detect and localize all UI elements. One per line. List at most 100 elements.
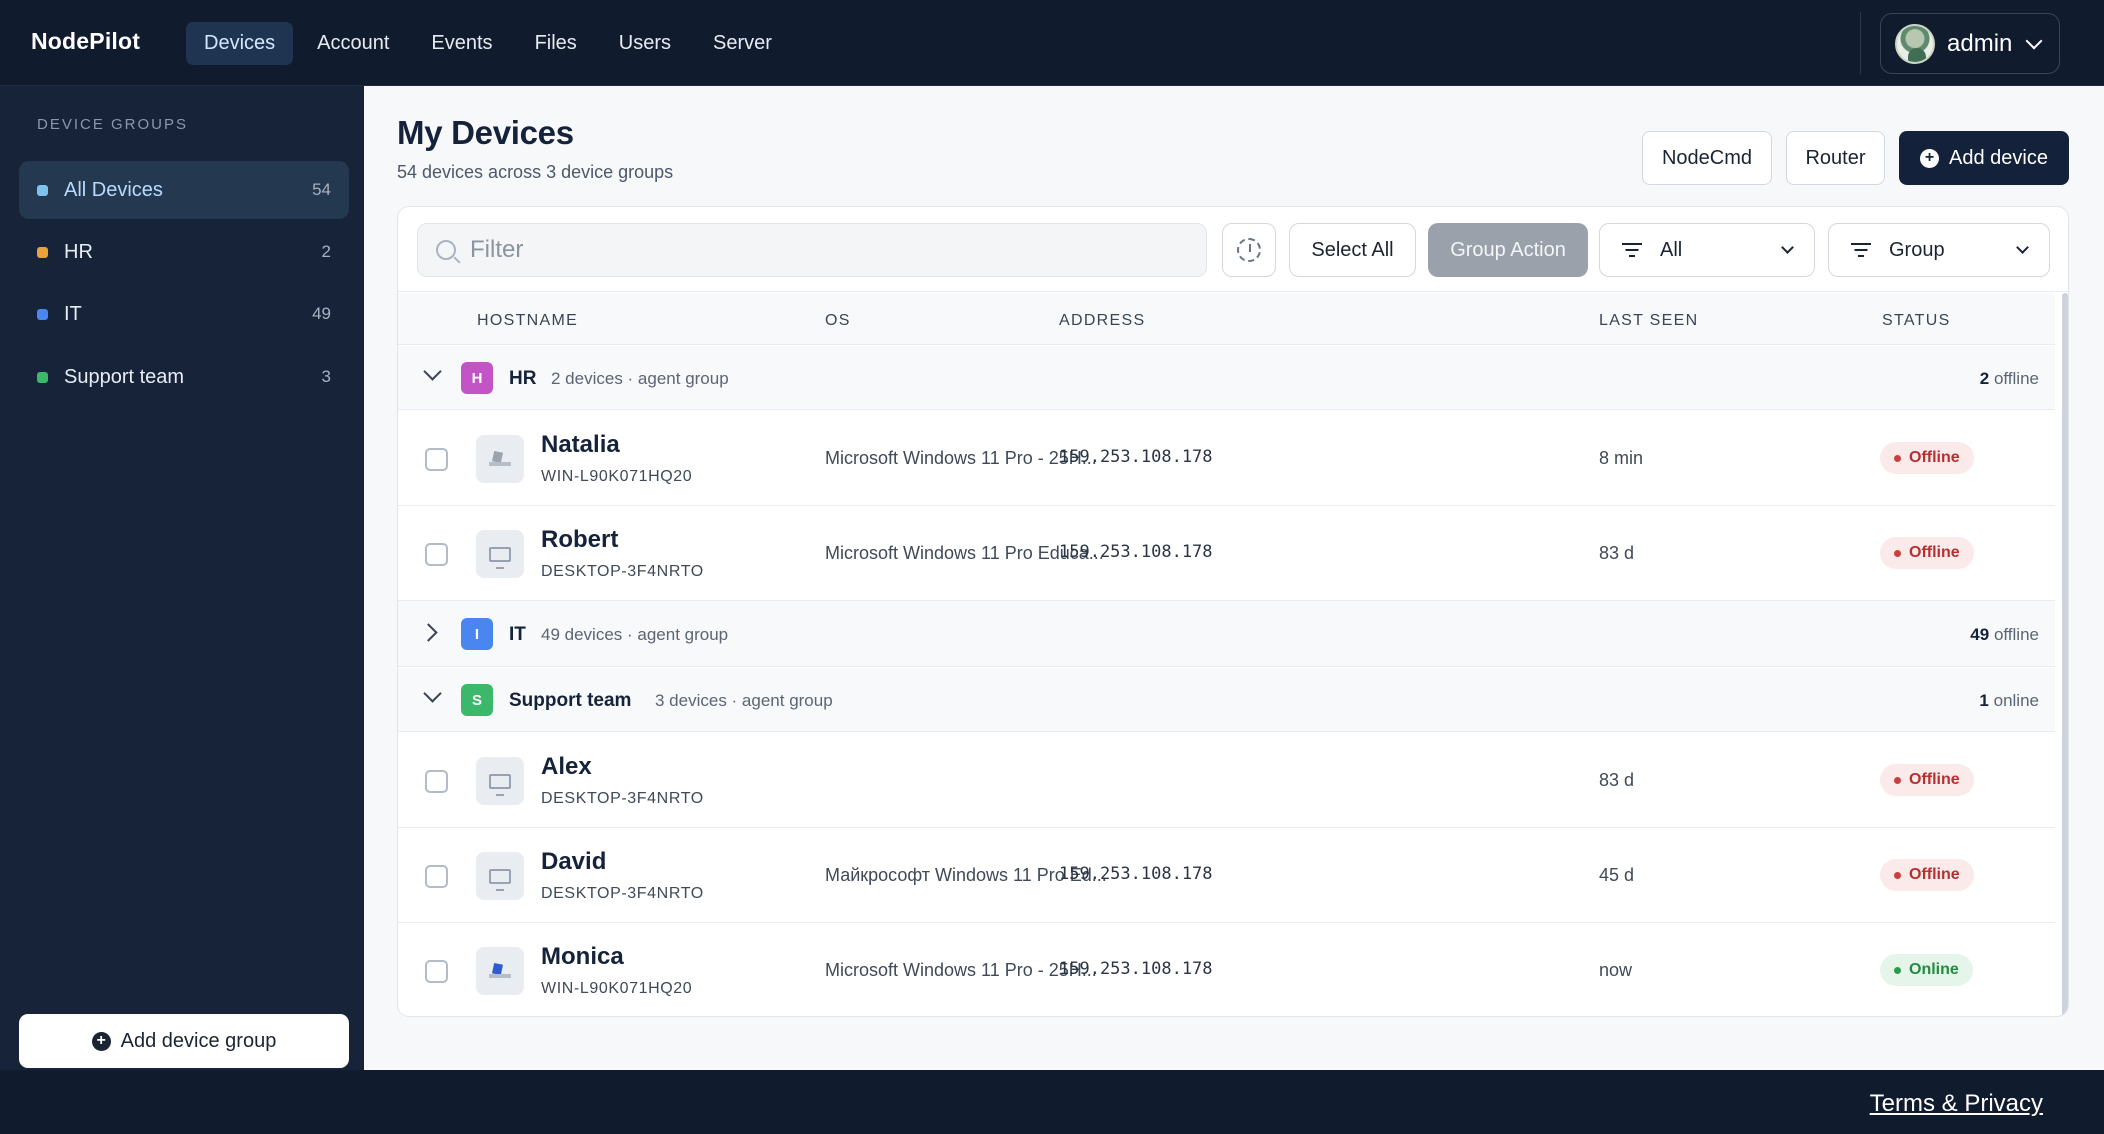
device-hostname: DESKTOP-3F4NRTO <box>541 563 704 580</box>
device-icon <box>476 530 524 578</box>
group-by-select[interactable]: Group <box>1828 223 2050 277</box>
table-scrollbar[interactable] <box>2062 293 2068 1016</box>
sidebar-item-count: 54 <box>312 180 331 199</box>
device-address: 159.253.108.178 <box>1059 959 1213 979</box>
device-address: 159.253.108.178 <box>1059 864 1213 884</box>
group-badge: S <box>461 684 493 716</box>
brand-logo[interactable]: NodePilot <box>31 28 140 55</box>
avatar <box>1895 23 1935 64</box>
device-last-seen: 83 d <box>1599 543 1635 563</box>
group-action-button[interactable]: Group Action <box>1428 223 1588 277</box>
column-address[interactable]: ADDRESS <box>1059 312 1145 330</box>
nav-divider <box>1860 12 1861 74</box>
column-last-seen[interactable]: LAST SEEN <box>1599 312 1698 330</box>
column-hostname[interactable]: HOSTNAME <box>477 312 578 330</box>
group-by-value: Group <box>1889 238 1945 261</box>
nodecmd-button[interactable]: NodeCmd <box>1642 131 1772 185</box>
group-badge: H <box>461 362 493 394</box>
table-row[interactable]: Monica WIN-L90K071HQ20 Microsoft Windows… <box>398 923 2055 1016</box>
nav-devices[interactable]: Devices <box>186 22 294 65</box>
group-status: 2 offline <box>1979 369 2039 388</box>
device-address: 159.253.108.178 <box>1059 447 1213 467</box>
chevron-down-icon[interactable] <box>423 362 442 381</box>
table-row[interactable]: David DESKTOP-3F4NRTO Майкрософт Windows… <box>398 828 2055 923</box>
main-nav: Devices Account Events Files Users Serve… <box>186 22 790 65</box>
group-name: Support team <box>509 690 632 711</box>
user-menu-button[interactable]: admin <box>1880 13 2060 74</box>
device-name[interactable]: Monica <box>541 943 624 971</box>
filter-box <box>417 223 1207 277</box>
filter-input[interactable] <box>470 236 1170 264</box>
sidebar-item-it[interactable]: IT 49 <box>19 285 349 343</box>
device-name[interactable]: David <box>541 848 606 876</box>
pc-tower-blue-icon <box>489 963 511 979</box>
terms-privacy-link[interactable]: Terms & Privacy <box>1870 1090 2043 1118</box>
device-name[interactable]: Robert <box>541 526 618 554</box>
device-hostname: WIN-L90K071HQ20 <box>541 980 693 997</box>
table-header: HOSTNAME OS ADDRESS LAST SEEN STATUS <box>398 293 2055 345</box>
footer: Terms & Privacy <box>0 1070 2104 1134</box>
device-name[interactable]: Natalia <box>541 431 620 459</box>
row-checkbox[interactable] <box>425 960 448 983</box>
status-badge: Online <box>1880 954 1973 986</box>
row-checkbox[interactable] <box>425 543 448 566</box>
refresh-timer-button[interactable] <box>1222 223 1276 277</box>
status-filter-select[interactable]: All <box>1599 223 1815 277</box>
row-checkbox[interactable] <box>425 770 448 793</box>
sidebar-item-label: Support team <box>64 365 185 388</box>
chevron-down-icon[interactable] <box>423 684 442 703</box>
sidebar-item-label: HR <box>64 240 93 263</box>
group-row-it[interactable]: I IT 49 devices · agent group 49 offline <box>398 601 2055 667</box>
device-icon <box>476 852 524 900</box>
device-name[interactable]: Alex <box>541 753 592 781</box>
sidebar-title: DEVICE GROUPS <box>37 116 189 133</box>
device-hostname: WIN-L90K071HQ20 <box>541 468 693 485</box>
column-os[interactable]: OS <box>825 312 851 330</box>
row-checkbox[interactable] <box>425 865 448 888</box>
table-row[interactable]: Alex DESKTOP-3F4NRTO 83 d Offline <box>398 733 2055 828</box>
monitor-icon <box>489 546 511 569</box>
status-badge: Offline <box>1880 537 1974 569</box>
sidebar-item-support-team[interactable]: Support team 3 <box>19 348 349 406</box>
group-status: 49 offline <box>1970 625 2039 644</box>
chevron-right-icon[interactable] <box>419 623 438 642</box>
nav-files[interactable]: Files <box>517 22 595 65</box>
status-badge: Offline <box>1880 859 1974 891</box>
devices-toolbar: Select All Group Action All Group <box>398 207 2068 292</box>
page-title: My Devices <box>397 114 574 151</box>
select-all-button[interactable]: Select All <box>1289 223 1416 277</box>
table-row[interactable]: Natalia WIN-L90K071HQ20 Microsoft Window… <box>398 411 2055 506</box>
group-row-support-team[interactable]: S Support team 3 devices · agent group 1… <box>398 668 2055 732</box>
sidebar-item-all-devices[interactable]: All Devices 54 <box>19 161 349 219</box>
column-status[interactable]: STATUS <box>1882 312 1951 330</box>
chevron-down-icon <box>2025 32 2043 49</box>
main-content: My Devices 54 devices across 3 device gr… <box>364 86 2104 1070</box>
group-name: HR <box>509 368 537 389</box>
add-device-button[interactable]: + Add device <box>1899 131 2069 185</box>
nav-account[interactable]: Account <box>299 22 407 65</box>
device-hostname: DESKTOP-3F4NRTO <box>541 790 704 807</box>
device-last-seen: 8 min <box>1599 448 1644 468</box>
status-filter-value: All <box>1660 238 1683 261</box>
router-button[interactable]: Router <box>1786 131 1885 185</box>
group-color-dot <box>37 184 48 196</box>
nav-events[interactable]: Events <box>413 22 510 65</box>
plus-circle-icon: + <box>1920 148 1940 168</box>
nav-users[interactable]: Users <box>601 22 689 65</box>
add-device-group-label: Add device group <box>120 1029 277 1052</box>
device-icon <box>476 435 524 483</box>
table-row[interactable]: Robert DESKTOP-3F4NRTO Microsoft Windows… <box>398 506 2055 601</box>
monitor-icon <box>489 773 511 796</box>
filter-icon <box>1851 243 1871 257</box>
plus-circle-icon: + <box>91 1031 111 1051</box>
group-meta: 49 devices · agent group <box>541 625 729 644</box>
group-row-hr[interactable]: H HR 2 devices · agent group 2 offline <box>398 346 2055 410</box>
add-device-group-button[interactable]: + Add device group <box>19 1014 349 1068</box>
device-last-seen: 83 d <box>1599 770 1635 790</box>
device-address: 159.253.108.178 <box>1059 542 1213 562</box>
monitor-icon <box>489 868 511 891</box>
nav-server[interactable]: Server <box>695 22 790 65</box>
row-checkbox[interactable] <box>425 448 448 471</box>
sidebar-item-hr[interactable]: HR 2 <box>19 223 349 281</box>
add-device-label: Add device <box>1949 146 2048 169</box>
